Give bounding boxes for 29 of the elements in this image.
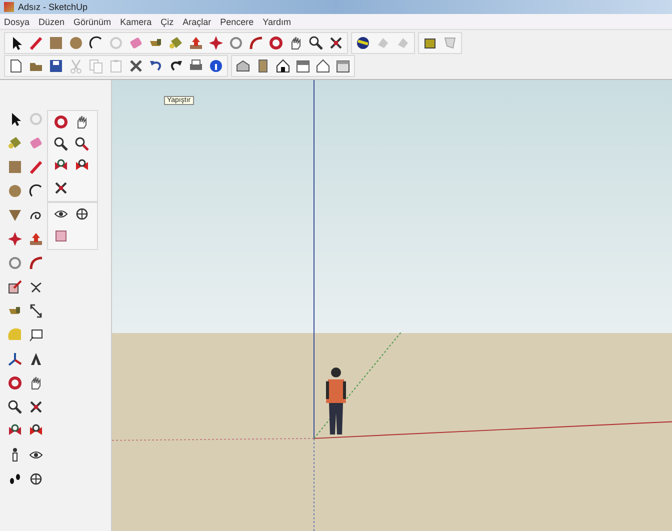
scale-icon[interactable] bbox=[6, 278, 24, 296]
menu-item[interactable]: Kamera bbox=[120, 16, 152, 26]
curve-icon[interactable] bbox=[27, 254, 45, 272]
house-outline-icon[interactable] bbox=[314, 57, 332, 75]
menu-item[interactable]: Çiz bbox=[160, 16, 174, 26]
four-point-star-icon[interactable] bbox=[6, 230, 24, 248]
info-circle-icon[interactable] bbox=[207, 57, 225, 75]
square-icon[interactable] bbox=[6, 158, 24, 176]
orbit-icon[interactable] bbox=[267, 34, 285, 52]
magnifier-icon[interactable] bbox=[307, 34, 325, 52]
axes-icon[interactable] bbox=[6, 350, 24, 368]
magnifier-icon[interactable] bbox=[73, 135, 91, 153]
menu-item[interactable]: Dosya bbox=[4, 16, 30, 26]
menu-item[interactable]: Pencere bbox=[220, 16, 254, 26]
house-icon[interactable] bbox=[274, 57, 292, 75]
orbit-icon[interactable] bbox=[52, 113, 70, 131]
globe-icon[interactable] bbox=[354, 34, 372, 52]
menu-item[interactable]: Yardım bbox=[262, 16, 291, 26]
person-figure-drawing bbox=[326, 368, 346, 434]
magnifier-icon[interactable] bbox=[6, 398, 24, 416]
square-icon[interactable] bbox=[47, 34, 65, 52]
menu-item[interactable]: Görünüm bbox=[74, 16, 112, 26]
curve-icon[interactable] bbox=[247, 34, 265, 52]
menu-item[interactable]: Düzen bbox=[38, 16, 65, 26]
menu-item[interactable]: Araçlar bbox=[182, 16, 212, 26]
four-point-star-icon[interactable] bbox=[207, 34, 225, 52]
orbit-icon[interactable] bbox=[6, 374, 24, 392]
magnifier-icon[interactable] bbox=[52, 135, 70, 153]
window-title: Adsız - SketchUp bbox=[18, 2, 88, 12]
